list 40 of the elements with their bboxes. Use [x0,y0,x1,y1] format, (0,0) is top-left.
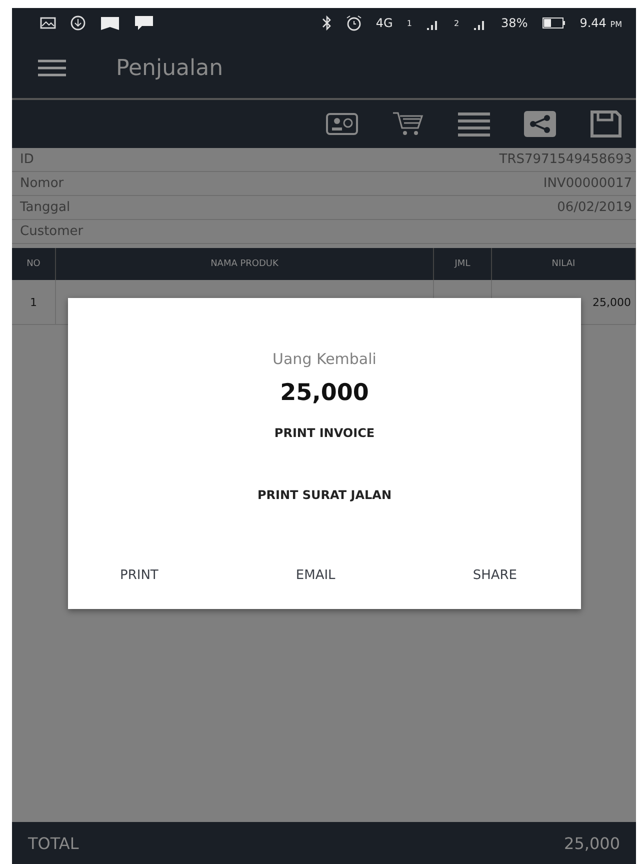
info-value: 06/02/2019 [557,200,632,215]
info-label: Customer [20,224,84,239]
total-label: TOTAL [28,834,79,852]
sim-number: 1 [406,18,412,28]
clock-time: 9.44 PM [580,16,622,30]
change-amount: 25,000 [280,380,369,406]
total-value: 25,000 [564,834,620,852]
print-option[interactable]: PRINT INVOICE [266,420,383,446]
dialog-caption: Uang Kembali [272,350,376,368]
print-option[interactable]: PRINT SURAT JALAN [250,482,400,508]
image-icon [40,17,56,29]
bluetooth-icon [322,15,332,31]
column-header: NAMA PRODUK [56,248,434,280]
network-type: 4G [376,16,393,30]
info-value: INV00000017 [543,176,632,191]
battery-icon [542,17,566,29]
column-header: NILAI [492,248,636,280]
dialog-button[interactable]: EMAIL [288,562,344,589]
dialog-button[interactable]: PRINT [112,562,166,589]
save-icon[interactable] [590,110,622,138]
cart-icon[interactable] [392,111,424,137]
info-label: Tanggal [20,200,70,215]
info-label: ID [20,152,34,167]
share-icon[interactable] [524,111,556,137]
alarm-icon [346,15,362,31]
info-label: Nomor [20,176,64,191]
app-title: Penjualan [116,56,224,80]
bookmark-icon [100,15,120,31]
info-value: TRS7971549458693 [499,152,632,167]
sim-number: 2 [454,18,460,28]
chat-icon [134,15,154,31]
battery-percent: 38% [501,16,528,30]
id-card-icon[interactable] [326,113,358,135]
menu-icon[interactable] [38,59,66,77]
download-icon [70,15,86,31]
dialog-button[interactable]: SHARE [464,562,525,589]
column-header: NO [12,248,56,280]
column-header: JML [434,248,492,280]
list-icon[interactable] [458,111,490,137]
table-cell: 1 [12,280,56,324]
